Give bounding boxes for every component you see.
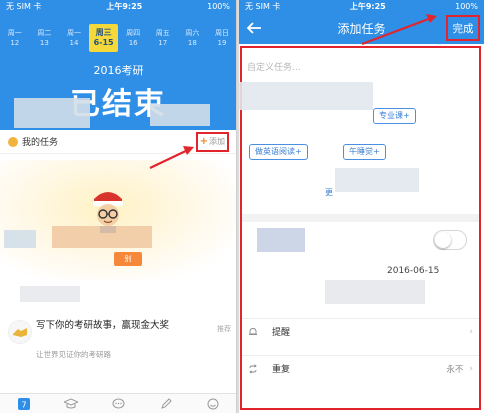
calendar-day-label: 周五 xyxy=(155,29,170,37)
handshake-icon xyxy=(8,320,32,344)
calendar-day-date: 12 xyxy=(10,39,20,47)
tab-chat[interactable] xyxy=(110,396,126,412)
calendar-day-label: 周三 xyxy=(95,28,112,37)
calendar-day[interactable]: 周四 16 xyxy=(118,24,148,52)
repeat-row[interactable]: 重复 永不 › xyxy=(242,355,479,381)
calendar-header: 周一 12 周二 13 周一 14 周三 6-15 周四 16 周五 17 周六 18 周日 19 2016考… xyxy=(0,12,236,130)
repeat-value: 永不 xyxy=(446,364,464,375)
clock: 上午9:25 xyxy=(349,1,386,11)
plus-icon: + xyxy=(199,136,208,147)
calendar-day[interactable]: 周日 19 xyxy=(207,24,236,52)
done-button[interactable]: 完成 xyxy=(446,15,480,41)
calendar-icon: 7 xyxy=(17,397,30,410)
graduation-cap-icon xyxy=(64,397,79,408)
blur-mask xyxy=(335,168,419,192)
calendar-day-date: 14 xyxy=(69,39,79,47)
story-tag: 推荐 xyxy=(217,325,231,333)
repeat-label: 重复 xyxy=(272,365,291,375)
chip-major-course[interactable]: 专业课+ xyxy=(373,108,416,124)
calendar-day[interactable]: 周五 17 xyxy=(148,24,178,52)
add-task-button[interactable]: + 添加 xyxy=(195,131,229,152)
chip-nap[interactable]: 午睡觉+ xyxy=(343,144,386,160)
calendar-day-label: 周二 xyxy=(37,29,52,37)
exam-year-title: 2016考研 xyxy=(93,64,144,77)
repeat-icon xyxy=(248,363,258,374)
chip-english-reading[interactable]: 做英语阅读+ xyxy=(249,144,308,160)
calendar-day-label: 周一 xyxy=(66,29,81,37)
comparison-screenshot: 无 SIM 卡 上午9:25 100% 周一 12 周二 13 周一 14 周三 6-15 周四… xyxy=(0,0,484,413)
calendar-day[interactable]: 周六 18 xyxy=(178,24,208,52)
face-icon xyxy=(207,398,219,409)
battery: 100% xyxy=(455,1,478,11)
story-title: 写下你的考研故事，赢现金大奖 xyxy=(36,320,170,331)
blur-mask xyxy=(20,286,80,302)
calendar-day[interactable]: 周一 12 xyxy=(0,24,30,52)
calendar-day-date: 16 xyxy=(128,39,138,47)
bottom-tab-bar: 7 xyxy=(0,393,236,413)
blur-mask xyxy=(150,104,210,126)
battery: 100% xyxy=(207,1,230,11)
story-subtitle: 让世界见证你的考研路 xyxy=(36,350,111,359)
more-link[interactable]: 更 xyxy=(325,187,333,198)
week-strip: 周一 12 周二 13 周一 14 周三 6-15 周四 16 周五 17 周六 18 周日 19 xyxy=(0,24,236,52)
chevron-right-icon: › xyxy=(469,363,473,374)
task-icon xyxy=(8,136,18,147)
calendar-day[interactable]: 周二 13 xyxy=(30,24,60,52)
chat-icon xyxy=(112,398,125,408)
calendar-day[interactable]: 周三 6-15 xyxy=(88,24,119,52)
blur-mask xyxy=(14,98,90,128)
calendar-day-date: 19 xyxy=(217,39,227,47)
clock: 上午9:25 xyxy=(106,1,143,11)
pencil-icon xyxy=(161,397,172,409)
blur-mask xyxy=(257,228,305,252)
carrier: 无 SIM 卡 xyxy=(6,1,42,11)
tab-write[interactable] xyxy=(158,396,174,412)
svg-text:7: 7 xyxy=(21,400,26,409)
blur-mask xyxy=(52,226,152,248)
nav-bar: 添加任务 完成 xyxy=(239,12,484,44)
my-tasks-title: 我的任务 xyxy=(22,138,59,148)
calendar-day-label: 周一 xyxy=(7,29,22,37)
status-bar: 无 SIM 卡 上午9:25 100% xyxy=(239,0,484,12)
reminder-label: 提醒 xyxy=(272,328,291,338)
story-card[interactable]: 写下你的考研故事，赢现金大奖 让世界见证你的考研路 推荐 xyxy=(8,318,233,374)
date-value[interactable]: 2016-06-15 xyxy=(387,266,439,276)
carrier: 无 SIM 卡 xyxy=(245,1,281,11)
blur-mask xyxy=(4,230,36,248)
bell-icon xyxy=(248,327,258,337)
reminder-row[interactable]: 提醒 › xyxy=(242,318,479,344)
calendar-day[interactable]: 周一 14 xyxy=(59,24,89,52)
blur-mask xyxy=(325,280,425,304)
back-arrow-icon[interactable] xyxy=(245,19,263,37)
my-tasks-header: 我的任务 + 添加 xyxy=(0,130,236,154)
tab-calendar[interactable]: 7 xyxy=(16,396,32,412)
add-task-screen: 无 SIM 卡 上午9:25 100% 添加任务 完成 自定义任务... 专业课… xyxy=(239,0,484,413)
calendar-day-date: 6-15 xyxy=(93,38,114,47)
home-screen: 无 SIM 卡 上午9:25 100% 周一 12 周二 13 周一 14 周三 6-15 周四… xyxy=(0,0,237,413)
tab-study[interactable] xyxy=(63,396,79,412)
calendar-day-date: 17 xyxy=(158,39,168,47)
status-bar: 无 SIM 卡 上午9:25 100% xyxy=(0,0,236,12)
section-divider xyxy=(242,214,479,222)
calendar-day-label: 周日 xyxy=(214,29,229,37)
add-task-label: 添加 xyxy=(209,137,225,146)
calendar-day-label: 周六 xyxy=(185,29,200,37)
calendar-day-date: 13 xyxy=(39,39,49,47)
promo-tag[interactable]: 别 xyxy=(114,252,142,266)
tab-profile[interactable] xyxy=(205,396,221,412)
blur-mask xyxy=(239,82,373,110)
chevron-right-icon: › xyxy=(469,326,473,337)
custom-task-input[interactable]: 自定义任务... xyxy=(247,60,301,73)
calendar-day-date: 18 xyxy=(187,39,197,47)
calendar-day-label: 周四 xyxy=(126,29,141,37)
all-day-toggle[interactable] xyxy=(433,230,467,250)
